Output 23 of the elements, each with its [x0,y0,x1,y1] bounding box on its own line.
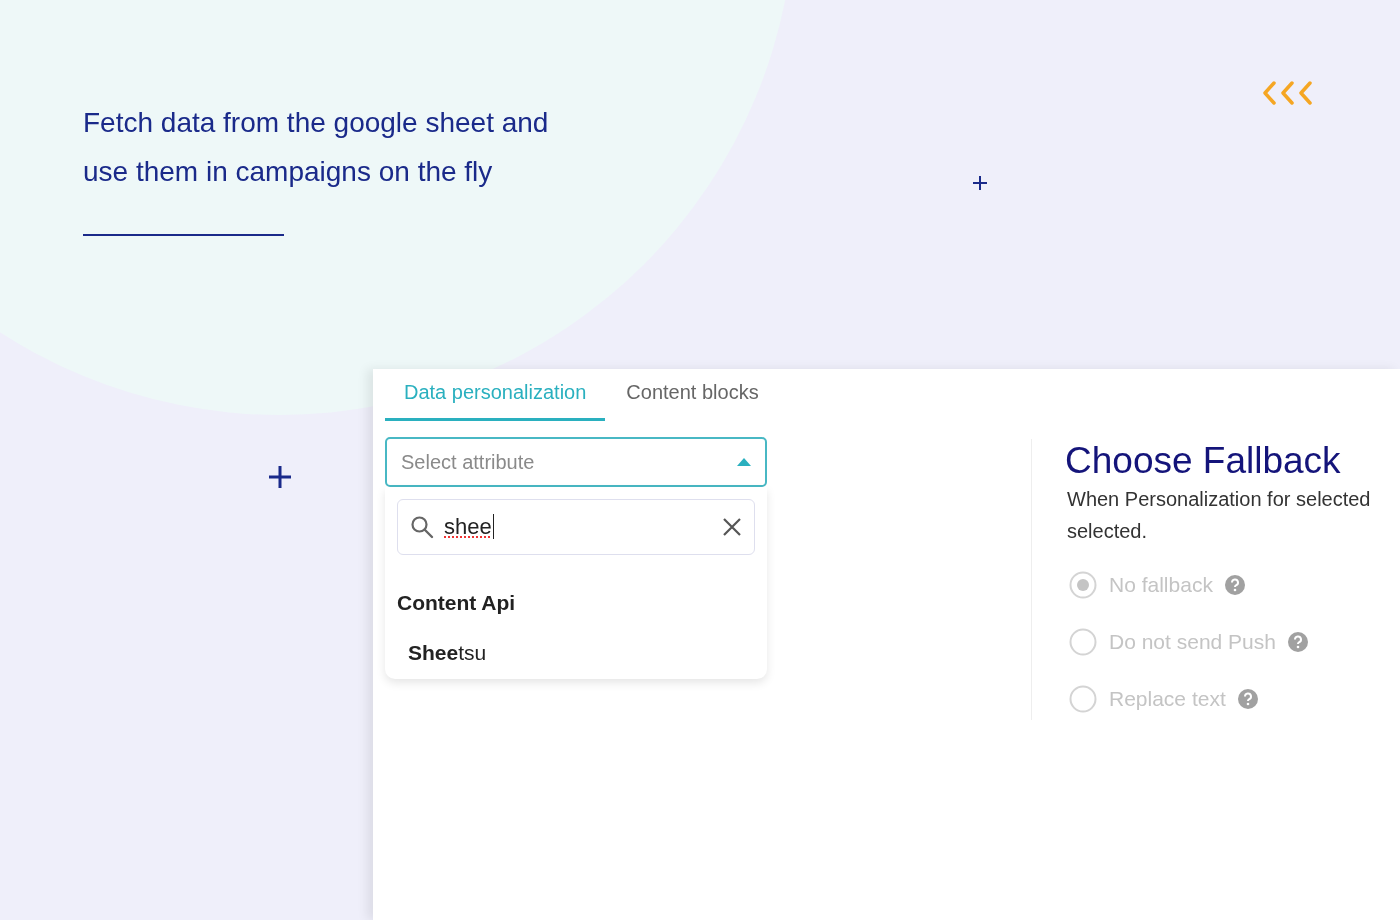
section-title: Choose Fallback [1065,439,1342,483]
tab[interactable]: Content blocks [607,369,778,421]
plus-icon [972,175,988,191]
headline-text: use them in campaigns on the fly [83,155,494,189]
caret-icon [737,458,751,466]
search-value: shee [444,514,494,539]
help-icon[interactable] [1224,575,1245,595]
radio-label: No fallback [1109,573,1213,597]
help-icon[interactable] [1237,689,1258,709]
attribute-select[interactable]: Select attribute [385,437,767,487]
close-icon[interactable] [722,517,742,537]
radio-label: Replace text [1109,687,1226,711]
radio-label: Do not send Push [1109,630,1276,654]
search-icon [410,515,434,539]
dropdown-option[interactable]: Sheetsu [397,641,755,665]
group-label: Content Api [397,591,517,615]
description-text: selected. [1067,519,1149,544]
select-placeholder: Select attribute [401,450,535,474]
help-icon[interactable] [1287,632,1308,652]
headline-text: Fetch data from the google sheet and [83,106,549,140]
description-text: When Personalization for selected [1067,487,1371,512]
plus-icon [268,465,292,489]
search-field[interactable]: shee [397,499,755,555]
